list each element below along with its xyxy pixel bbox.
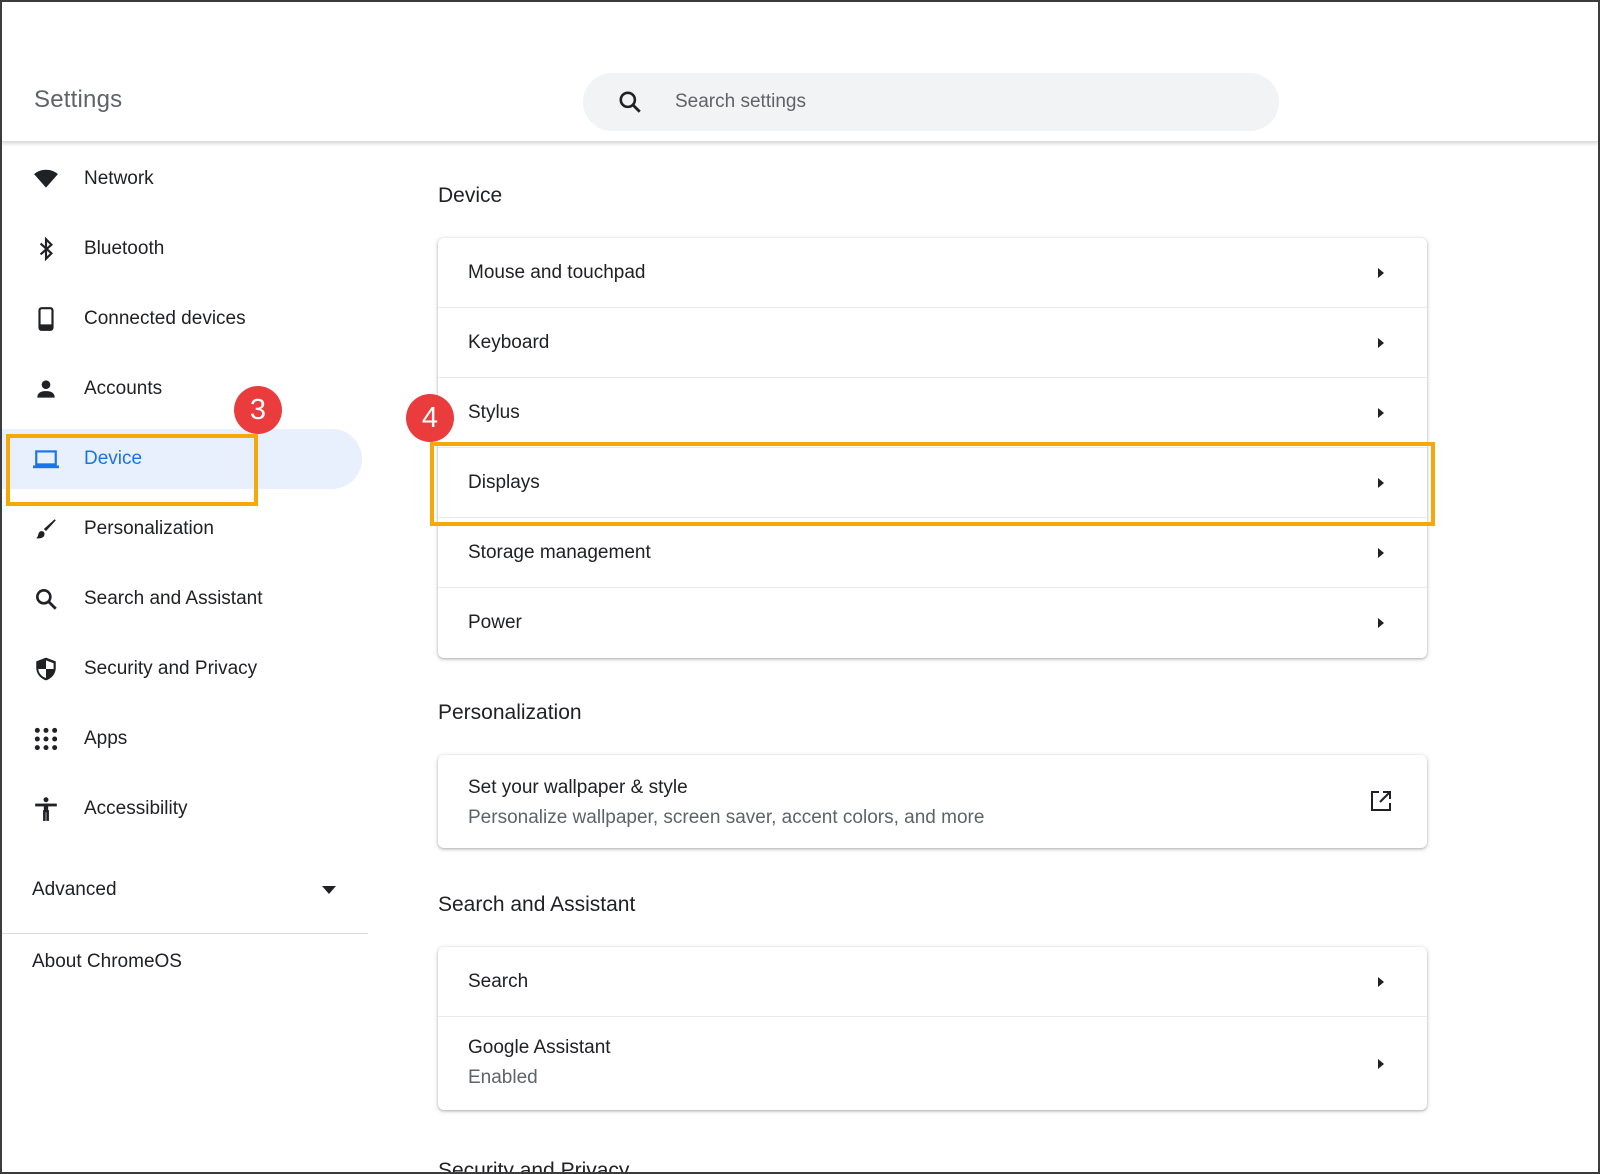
row-label: Mouse and touchpad <box>468 261 646 283</box>
row-label: Displays <box>468 471 540 493</box>
row-storage-management[interactable]: Storage management <box>438 518 1427 588</box>
section-title-security-privacy: Security and Privacy <box>438 1159 630 1174</box>
section-title-search-assistant: Search and Assistant <box>438 893 636 916</box>
step-badge-3: 3 <box>234 386 282 434</box>
row-keyboard[interactable]: Keyboard <box>438 308 1427 378</box>
search-icon <box>619 91 641 113</box>
row-google-assistant[interactable]: Google Assistant Enabled <box>438 1017 1427 1110</box>
step-badge-4: 4 <box>406 394 454 442</box>
row-search[interactable]: Search <box>438 947 1427 1017</box>
row-label: Keyboard <box>468 331 550 353</box>
settings-window: Settings Network Bluetooth <box>0 0 1600 1174</box>
row-label: Search <box>468 970 529 992</box>
row-label: Power <box>468 612 522 633</box>
row-label: Google Assistant <box>468 1037 611 1058</box>
personalization-card: Set your wallpaper & style Personalize w… <box>438 755 1427 848</box>
row-displays[interactable]: Displays <box>438 448 1427 518</box>
search-assistant-card: Search Google Assistant Enabled <box>438 947 1427 1110</box>
open-external-icon <box>1371 791 1391 811</box>
chevron-right-icon <box>1378 618 1384 628</box>
search-box[interactable] <box>583 73 1279 131</box>
row-label: Set your wallpaper & style <box>468 777 688 798</box>
row-mouse-touchpad[interactable]: Mouse and touchpad <box>438 238 1427 308</box>
app-header: Settings <box>2 2 1598 142</box>
app-title: Settings <box>34 86 123 113</box>
chevron-right-icon <box>1378 1058 1384 1069</box>
chevron-right-icon <box>1378 267 1384 278</box>
main-content: Device Mouse and touchpad Keyboard Stylu… <box>2 142 1598 1174</box>
chevron-right-icon <box>1378 407 1384 418</box>
chevron-right-icon <box>1378 547 1384 558</box>
row-sublabel: Personalize wallpaper, screen saver, acc… <box>468 807 985 828</box>
row-power[interactable]: Power <box>438 588 1427 658</box>
chevron-right-icon <box>1378 477 1384 488</box>
device-card: Mouse and touchpad Keyboard Stylus Displ… <box>438 238 1427 658</box>
section-title-personalization: Personalization <box>438 701 582 724</box>
chevron-right-icon <box>1378 337 1384 348</box>
chevron-right-icon <box>1378 976 1384 987</box>
row-wallpaper-style[interactable]: Set your wallpaper & style Personalize w… <box>438 755 1427 848</box>
section-title-device: Device <box>438 184 503 207</box>
search-input[interactable] <box>675 73 1235 131</box>
row-stylus[interactable]: Stylus <box>438 378 1427 448</box>
row-label: Stylus <box>468 401 520 423</box>
row-sublabel: Enabled <box>468 1067 538 1088</box>
row-label: Storage management <box>468 541 651 563</box>
